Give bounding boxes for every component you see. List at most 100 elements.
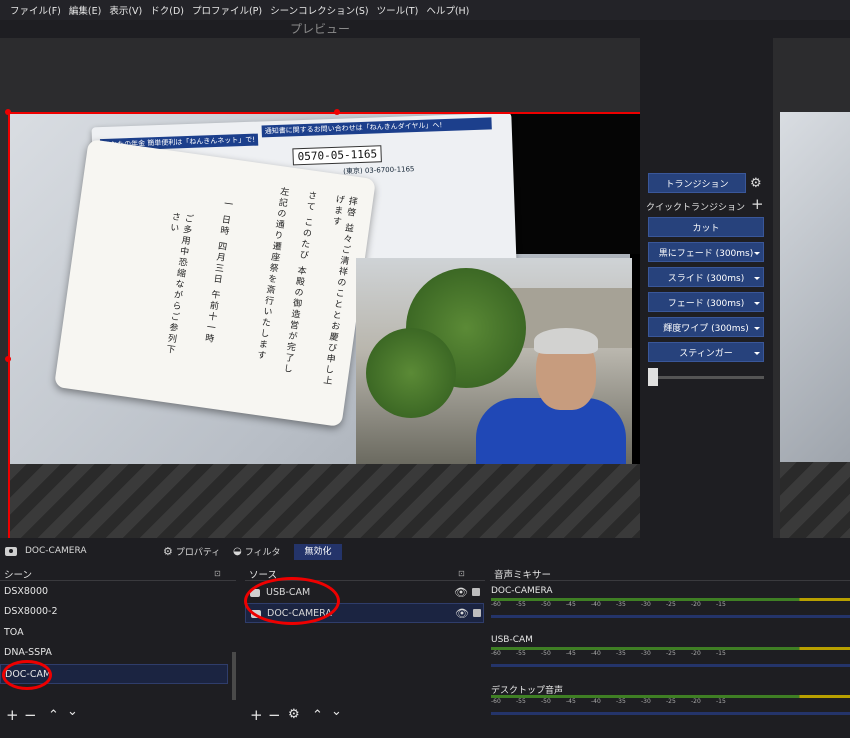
quick-transition-fade-black[interactable]: 黒にフェード (300ms) xyxy=(648,242,764,262)
tick-label: -15 xyxy=(716,698,726,705)
tick-label: -55 xyxy=(516,601,526,608)
program-stripes xyxy=(780,462,850,538)
preview-label: プレビュー xyxy=(289,22,350,36)
properties-button[interactable]: ⚙ プロパティ xyxy=(163,545,220,558)
quick-transition-slide[interactable]: スライド (300ms) xyxy=(648,267,764,287)
tick-label: -15 xyxy=(716,601,726,608)
float-dock-icon[interactable]: ⊡ xyxy=(214,569,221,578)
quick-transition-fade-black-label: 黒にフェード (300ms) xyxy=(658,248,754,259)
scene-item[interactable]: DSX8000-2 xyxy=(0,602,228,622)
gear-icon[interactable]: ⚙ xyxy=(750,176,762,191)
volume-slider[interactable] xyxy=(491,712,850,715)
quick-transition-fade[interactable]: フェード (300ms) xyxy=(648,292,764,312)
chevron-down-icon[interactable] xyxy=(754,252,760,255)
scene-item[interactable]: TOA xyxy=(0,623,228,643)
move-up-icon[interactable]: ⌃ xyxy=(312,708,323,723)
tick-label: -20 xyxy=(691,698,701,705)
add-source-icon[interactable]: + xyxy=(250,706,263,724)
annotation-circle-scene xyxy=(2,660,52,690)
gear-icon: ⚙ xyxy=(163,545,173,558)
menu-scene-collection[interactable]: シーンコレクション(S) xyxy=(266,3,372,17)
meter-ticks: -60 -55 -50 -45 -40 -35 -30 -25 -20 -15 xyxy=(491,601,850,609)
flyer-phone-2: (東京) 03-6700-1165 xyxy=(343,165,415,176)
menu-help[interactable]: ヘルプ(H) xyxy=(422,3,473,17)
move-down-icon[interactable]: ⌄ xyxy=(67,704,78,719)
flyer-banner-2: 通知書に関するお問い合わせは「ねんきんダイヤル」へ! xyxy=(261,117,492,138)
tick-label: -35 xyxy=(616,650,626,657)
tick-label: -15 xyxy=(716,650,726,657)
preview-canvas[interactable]: あなたの年金 簡単便利は「ねんきんネット」で! 通知書に関するお問い合わせは「ね… xyxy=(8,112,640,538)
disable-button[interactable]: 無効化 xyxy=(294,544,342,560)
add-quick-transition-icon[interactable]: + xyxy=(751,195,764,213)
quick-transition-luma-wipe[interactable]: 輝度ワイプ (300ms) xyxy=(648,317,764,337)
lock-icon[interactable] xyxy=(473,609,481,617)
menu-view[interactable]: 表示(V) xyxy=(105,3,146,17)
flyer-phone: 0570-05-1165 xyxy=(292,145,383,166)
chevron-down-icon[interactable] xyxy=(754,327,760,330)
card-text-5: ご多用中恐縮ながらご参列下さい xyxy=(163,211,194,356)
transition-button[interactable]: トランジション xyxy=(648,173,746,193)
resize-handle-left[interactable] xyxy=(5,356,11,362)
tick-label: -25 xyxy=(666,698,676,705)
tick-label: -50 xyxy=(541,601,551,608)
tick-label: -35 xyxy=(616,601,626,608)
tick-label: -45 xyxy=(566,698,576,705)
scenes-title: シーン xyxy=(4,570,33,581)
card-text-4: 一 日時 四月三日 午前十一時 xyxy=(202,198,233,345)
resize-handle-top-left[interactable] xyxy=(5,109,11,115)
quick-transition-stinger[interactable]: スティンガー xyxy=(648,342,764,362)
add-scene-icon[interactable]: + xyxy=(6,706,19,724)
gear-icon[interactable]: ⚙ xyxy=(288,707,300,722)
filters-label: フィルタ xyxy=(244,548,281,558)
camera-icon xyxy=(5,547,17,556)
filters-button[interactable]: ◒ フィルタ xyxy=(233,545,281,558)
menu-docks[interactable]: ドク(D) xyxy=(146,3,188,17)
scenes-divider xyxy=(0,580,236,581)
remove-source-icon[interactable]: − xyxy=(268,706,281,724)
tick-label: -50 xyxy=(541,650,551,657)
t-bar-handle[interactable] xyxy=(648,368,658,386)
menu-file[interactable]: ファイル(F) xyxy=(6,3,65,17)
mixer-channel-name: DOC-CAMERA xyxy=(491,586,553,596)
meter-ticks: -60 -55 -50 -45 -40 -35 -30 -25 -20 -15 xyxy=(491,650,850,658)
plant-2 xyxy=(366,328,456,418)
float-dock-icon[interactable]: ⊡ xyxy=(458,569,465,578)
volume-slider[interactable] xyxy=(491,615,850,618)
quick-transition-cut[interactable]: カット xyxy=(648,217,764,237)
chevron-down-icon[interactable] xyxy=(754,277,760,280)
tick-label: -20 xyxy=(691,650,701,657)
quick-transition-luma-wipe-label: 輝度ワイプ (300ms) xyxy=(663,323,749,334)
tick-label: -25 xyxy=(666,650,676,657)
tick-label: -60 xyxy=(491,650,501,657)
move-up-icon[interactable]: ⌃ xyxy=(48,708,59,723)
tick-label: -20 xyxy=(691,601,701,608)
t-bar-track[interactable] xyxy=(648,376,764,379)
lock-icon[interactable] xyxy=(472,588,480,596)
mixer-channel-name: USB-CAM xyxy=(491,635,533,645)
transition-panel: トランジション ⚙ クイックトランジション + カット 黒にフェード (300m… xyxy=(640,38,773,538)
tick-label: -35 xyxy=(616,698,626,705)
eye-icon[interactable]: 👁 xyxy=(455,604,469,624)
remove-scene-icon[interactable]: − xyxy=(24,706,37,724)
tick-label: -45 xyxy=(566,601,576,608)
mixer-title: 音声ミキサー xyxy=(494,570,552,581)
scene-item[interactable]: DSX8000 xyxy=(0,582,228,602)
eye-icon[interactable]: 👁 xyxy=(454,583,468,603)
menu-edit[interactable]: 編集(E) xyxy=(65,3,105,17)
chevron-down-icon[interactable] xyxy=(754,302,760,305)
quick-transition-slide-label: スライド (300ms) xyxy=(667,273,745,284)
scenes-scrollbar[interactable] xyxy=(232,652,236,700)
chevron-down-icon[interactable] xyxy=(754,352,760,355)
move-down-icon[interactable]: ⌄ xyxy=(331,704,342,719)
menu-tools[interactable]: ツール(T) xyxy=(373,3,423,17)
tick-label: -40 xyxy=(591,650,601,657)
invitation-card: 拝啓 益々ご清祥のこととお慶び申し上げます さて このたび 本殿の御造営が完了し… xyxy=(54,139,376,427)
tick-label: -40 xyxy=(591,698,601,705)
resize-handle-top[interactable] xyxy=(334,109,340,115)
quick-transition-fade-label: フェード (300ms) xyxy=(667,298,745,309)
menu-profile[interactable]: プロファイル(P) xyxy=(188,3,266,17)
webcam-feed xyxy=(356,258,632,464)
volume-slider[interactable] xyxy=(491,664,850,667)
tick-label: -60 xyxy=(491,601,501,608)
meter-ticks: -60 -55 -50 -45 -40 -35 -30 -25 -20 -15 xyxy=(491,698,850,706)
